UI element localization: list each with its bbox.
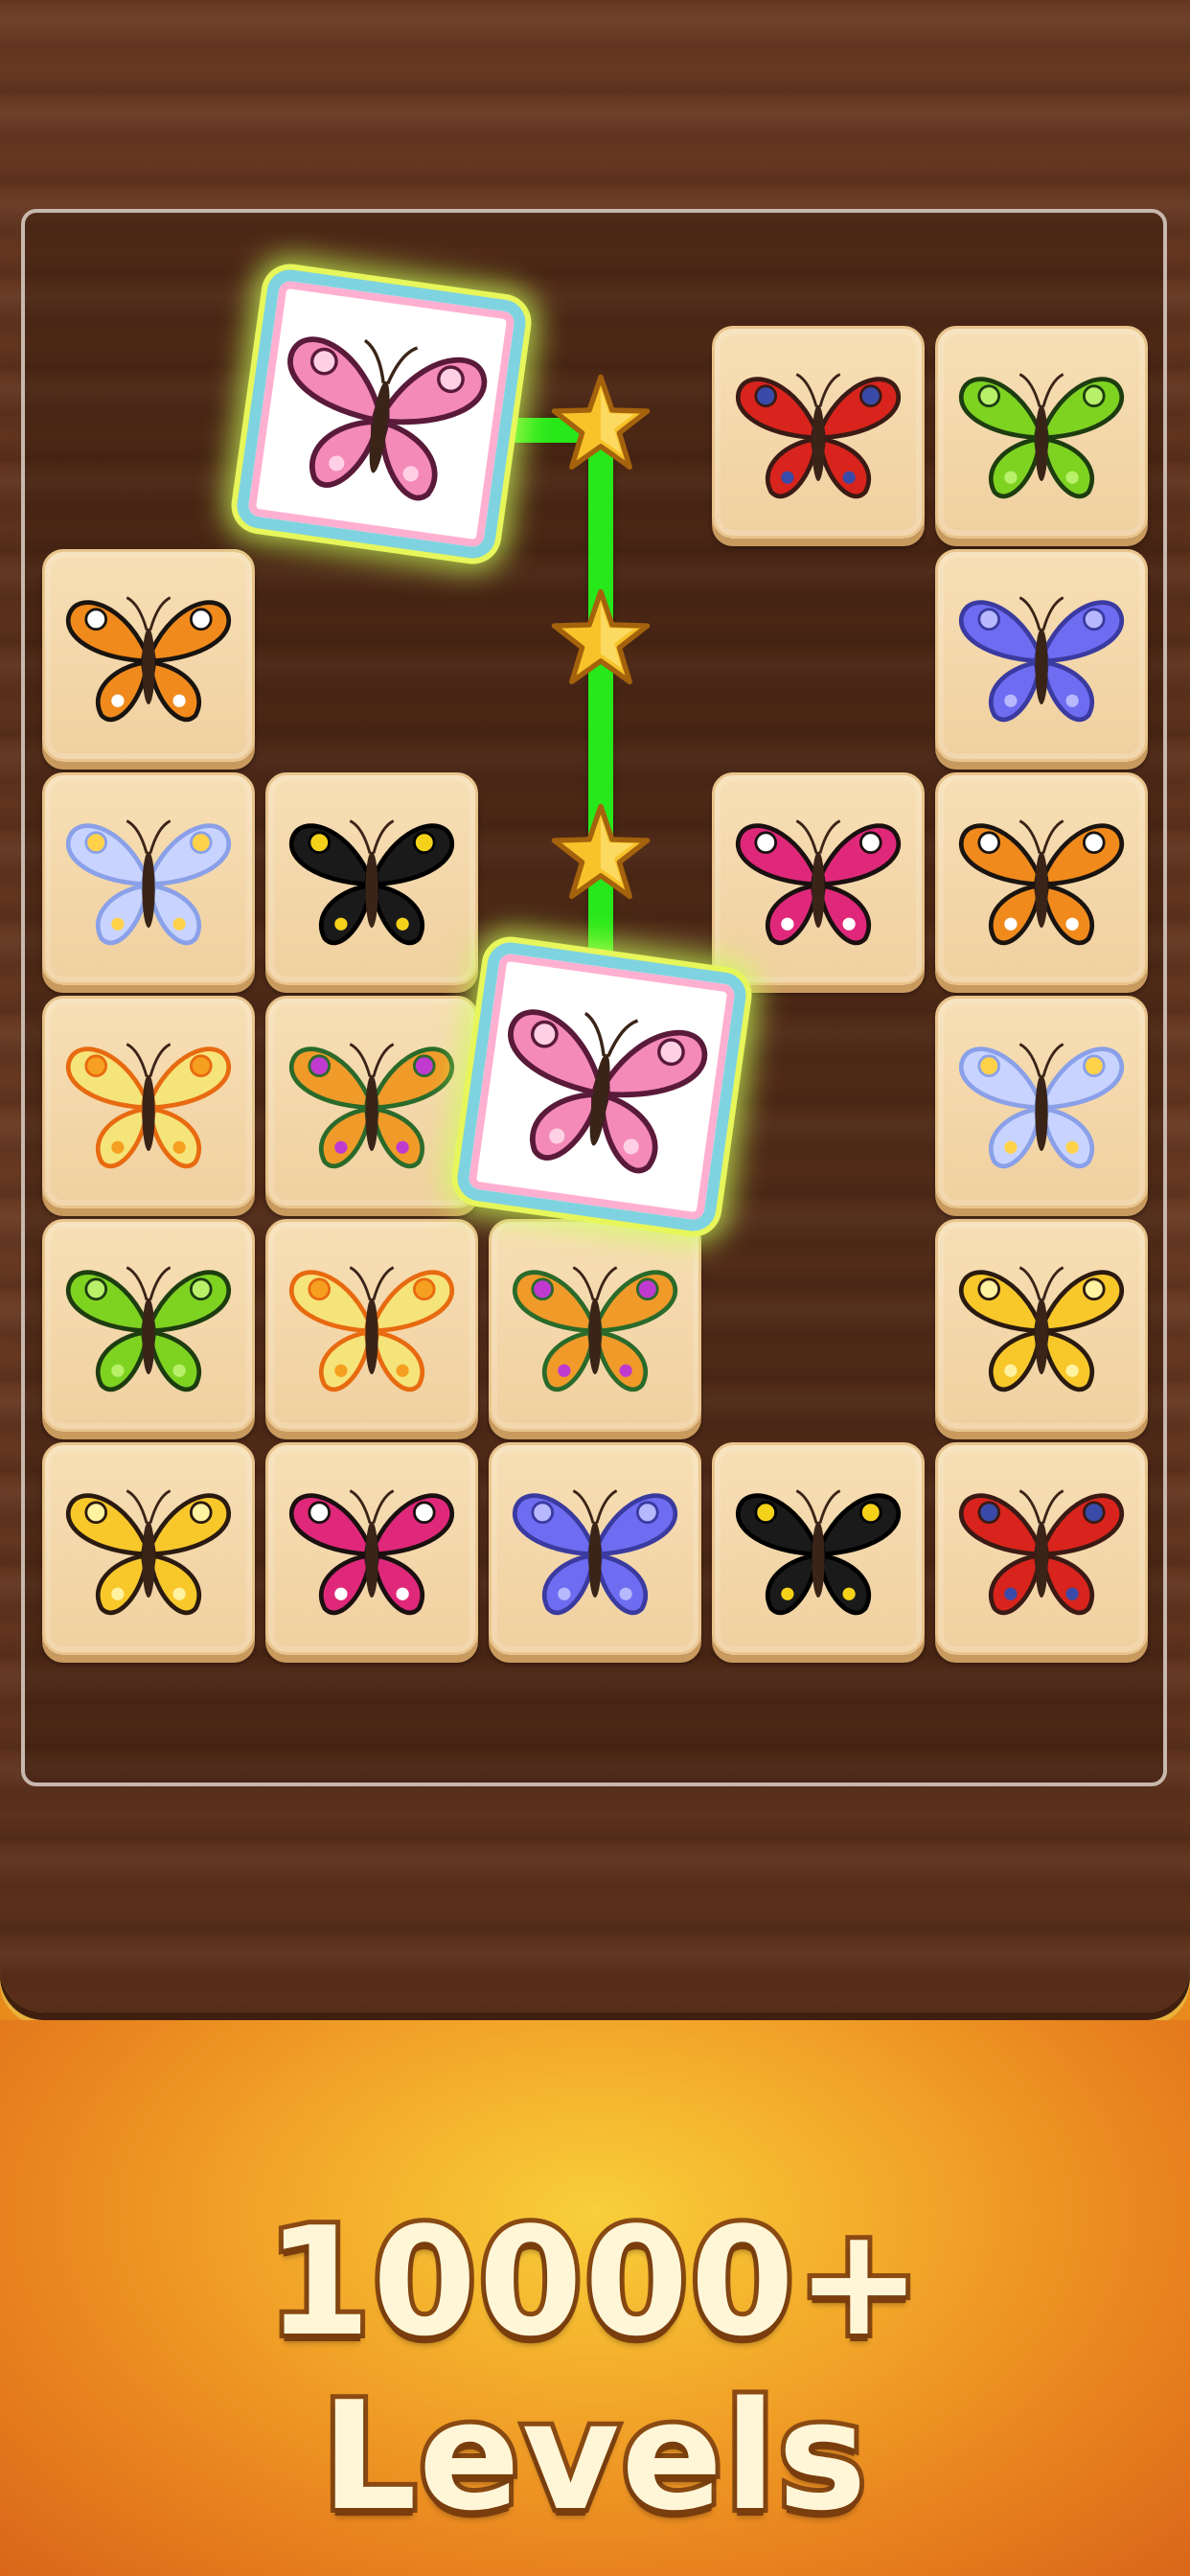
butterfly-yellow-icon <box>958 1266 1125 1392</box>
tile-magenta[interactable] <box>712 772 925 985</box>
butterfly-pink-icon <box>508 1009 708 1174</box>
tile-paleblue[interactable] <box>42 772 255 985</box>
butterfly-violet-icon <box>512 1489 678 1616</box>
star-icon <box>551 374 651 471</box>
tile-magenta[interactable] <box>265 1442 478 1655</box>
butterfly-magenta-icon <box>735 819 902 946</box>
butterfly-rainbow-icon <box>512 1266 678 1392</box>
tile-peacock[interactable] <box>712 326 925 539</box>
tile-monarch[interactable] <box>935 772 1148 985</box>
butterfly-blackyellow-icon <box>288 819 455 946</box>
tile-rainbow[interactable] <box>489 1219 701 1432</box>
tile-lemon[interactable] <box>265 1219 478 1432</box>
tile-yellow[interactable] <box>935 1219 1148 1432</box>
butterfly-violet-icon <box>958 596 1125 723</box>
butterfly-rainbow-icon <box>288 1043 455 1169</box>
selected-tile-b[interactable] <box>454 939 749 1234</box>
butterfly-blackyellow-icon <box>735 1489 902 1616</box>
star-icon <box>551 803 651 900</box>
butterfly-magenta-icon <box>288 1489 455 1616</box>
tile-violet[interactable] <box>935 549 1148 762</box>
butterfly-paleblue-icon <box>65 819 232 946</box>
tile-paleblue[interactable] <box>935 996 1148 1208</box>
tile-rainbow[interactable] <box>265 996 478 1208</box>
butterfly-green-icon <box>65 1266 232 1392</box>
butterfly-monarch-icon <box>958 819 1125 946</box>
tile-lemon[interactable] <box>42 996 255 1208</box>
tile-peacock[interactable] <box>935 1442 1148 1655</box>
tile-violet[interactable] <box>489 1442 701 1655</box>
butterfly-green-icon <box>958 373 1125 499</box>
tile-yellow[interactable] <box>42 1442 255 1655</box>
butterfly-peacock-icon <box>958 1489 1125 1616</box>
butterfly-yellow-icon <box>65 1489 232 1616</box>
butterfly-monarch-icon <box>65 596 232 723</box>
butterfly-paleblue-icon <box>958 1043 1125 1169</box>
butterfly-pink-icon <box>287 336 488 501</box>
star-icon <box>551 588 651 685</box>
butterfly-peacock-icon <box>735 373 902 499</box>
promo-headline: 10000+ Levels <box>262 2190 926 2548</box>
tile-green[interactable] <box>42 1219 255 1432</box>
selected-tile-a[interactable] <box>234 266 529 562</box>
tile-monarch[interactable] <box>42 549 255 762</box>
tile-green[interactable] <box>935 326 1148 539</box>
butterfly-lemon-icon <box>288 1266 455 1392</box>
butterfly-lemon-icon <box>65 1043 232 1169</box>
tile-blackyellow[interactable] <box>265 772 478 985</box>
tile-blackyellow[interactable] <box>712 1442 925 1655</box>
